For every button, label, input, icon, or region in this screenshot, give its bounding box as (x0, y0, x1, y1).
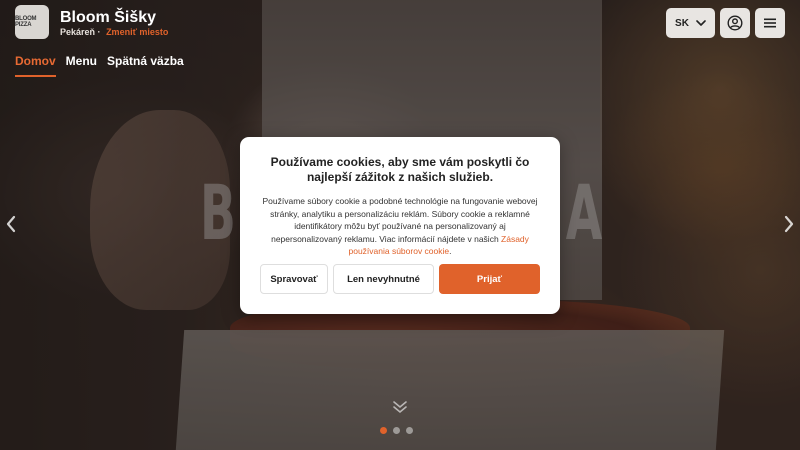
nav-item-feedback[interactable]: Spätná väzba (107, 54, 184, 77)
main-nav: Domov Menu Spätná väzba (15, 54, 184, 77)
carousel-dot[interactable] (380, 427, 387, 434)
cookie-dialog-title: Používame cookies, aby sme vám poskytli … (270, 155, 530, 184)
carousel-dot[interactable] (406, 427, 413, 434)
change-location-link[interactable]: Zmeniť miesto (106, 27, 168, 37)
brand-name: Bloom Šišky (60, 9, 157, 26)
scroll-down-icon[interactable] (392, 400, 408, 414)
chevron-right-icon[interactable] (782, 214, 796, 234)
brand-logo[interactable]: BLOOM PIZZA (15, 5, 49, 39)
language-code: SK (675, 17, 689, 29)
hamburger-menu-button[interactable] (755, 8, 785, 38)
carousel-dots (380, 427, 413, 434)
accept-cookies-button[interactable]: Prijať (439, 264, 540, 294)
site-header: BLOOM PIZZA Bloom Šišky Pekáreň · Zmeniť… (0, 0, 800, 80)
cookie-dialog-actions: Spravovať Len nevyhnutné Prijať (260, 264, 540, 294)
chevron-down-icon (696, 19, 706, 26)
brand-category: Pekáreň (60, 27, 96, 37)
hamburger-menu-icon (764, 18, 776, 28)
user-circle-icon (727, 15, 743, 31)
brand-logo-text: BLOOM PIZZA (15, 16, 37, 28)
chevron-left-icon[interactable] (4, 214, 18, 234)
cookie-consent-dialog: Používame cookies, aby sme vám poskytli … (240, 137, 560, 314)
carousel-dot[interactable] (393, 427, 400, 434)
necessary-only-button[interactable]: Len nevyhnutné (333, 264, 434, 294)
cookie-dialog-text: Používame súbory cookie a podobné techno… (262, 196, 538, 244)
brand-subtitle: Pekáreň · Zmeniť miesto (60, 27, 169, 37)
nav-item-home[interactable]: Domov (15, 54, 56, 77)
account-button[interactable] (720, 8, 750, 38)
cookie-dialog-text-end: . (449, 246, 452, 256)
nav-item-menu[interactable]: Menu (66, 54, 97, 77)
cookie-dialog-body: Používame súbory cookie a podobné techno… (260, 195, 540, 258)
manage-cookies-button[interactable]: Spravovať (260, 264, 328, 294)
language-selector[interactable]: SK (666, 8, 715, 38)
